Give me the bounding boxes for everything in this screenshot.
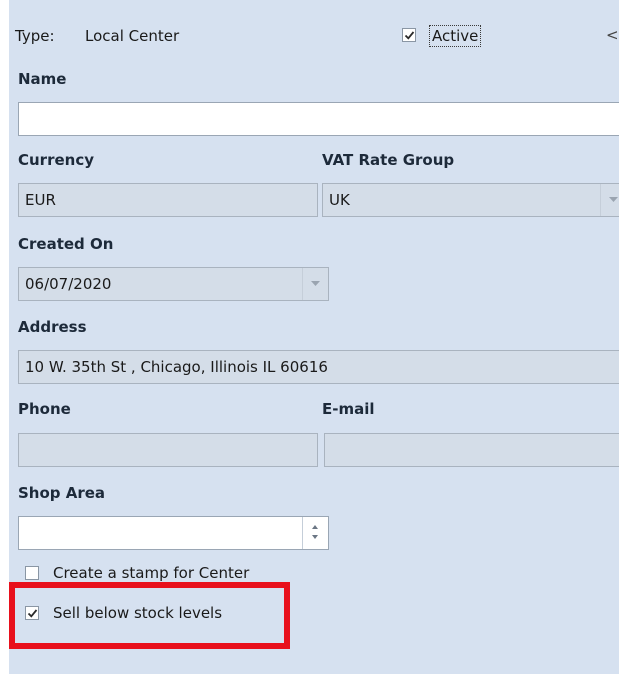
created-on-label: Created On [18,235,114,253]
vat-rate-group-label: VAT Rate Group [322,151,455,169]
phone-label: Phone [18,400,71,418]
shop-area-stepper[interactable] [18,516,329,550]
address-value: 10 W. 35th St , Chicago, Illinois IL 606… [25,358,328,376]
vat-rate-group-select[interactable]: UK [322,183,619,217]
name-label: Name [18,70,67,88]
currency-field[interactable]: EUR [18,183,318,217]
chevron-left-icon[interactable]: < [606,26,619,44]
vat-dropdown-button[interactable] [600,184,619,216]
address-field[interactable]: 10 W. 35th St , Chicago, Illinois IL 606… [18,350,619,384]
type-label: Type: [15,27,55,45]
email-field[interactable] [324,433,619,467]
date-dropdown-button[interactable] [302,268,328,300]
address-label: Address [18,318,87,336]
chevron-down-icon [311,281,320,286]
create-stamp-checkbox[interactable] [25,566,39,580]
active-checkbox[interactable] [402,28,416,42]
phone-field[interactable] [18,433,318,467]
highlight-box [9,582,290,649]
center-form-panel: Type: Local Center Active < Name Currenc… [9,0,619,674]
created-on-value: 06/07/2020 [25,275,112,293]
type-value: Local Center [85,27,180,45]
chevron-down-icon [609,197,618,202]
checkmark-icon [404,31,415,40]
create-stamp-label: Create a stamp for Center [53,564,250,582]
created-on-date-field[interactable]: 06/07/2020 [18,267,329,301]
spin-up-down-icon [312,525,318,539]
currency-value: EUR [25,191,56,209]
shop-area-label: Shop Area [18,484,106,502]
currency-label: Currency [18,151,95,169]
email-label: E-mail [322,400,375,418]
vat-rate-group-value: UK [329,191,350,209]
name-input[interactable] [18,102,619,136]
active-label[interactable]: Active [429,25,482,47]
spin-buttons[interactable] [302,517,328,549]
